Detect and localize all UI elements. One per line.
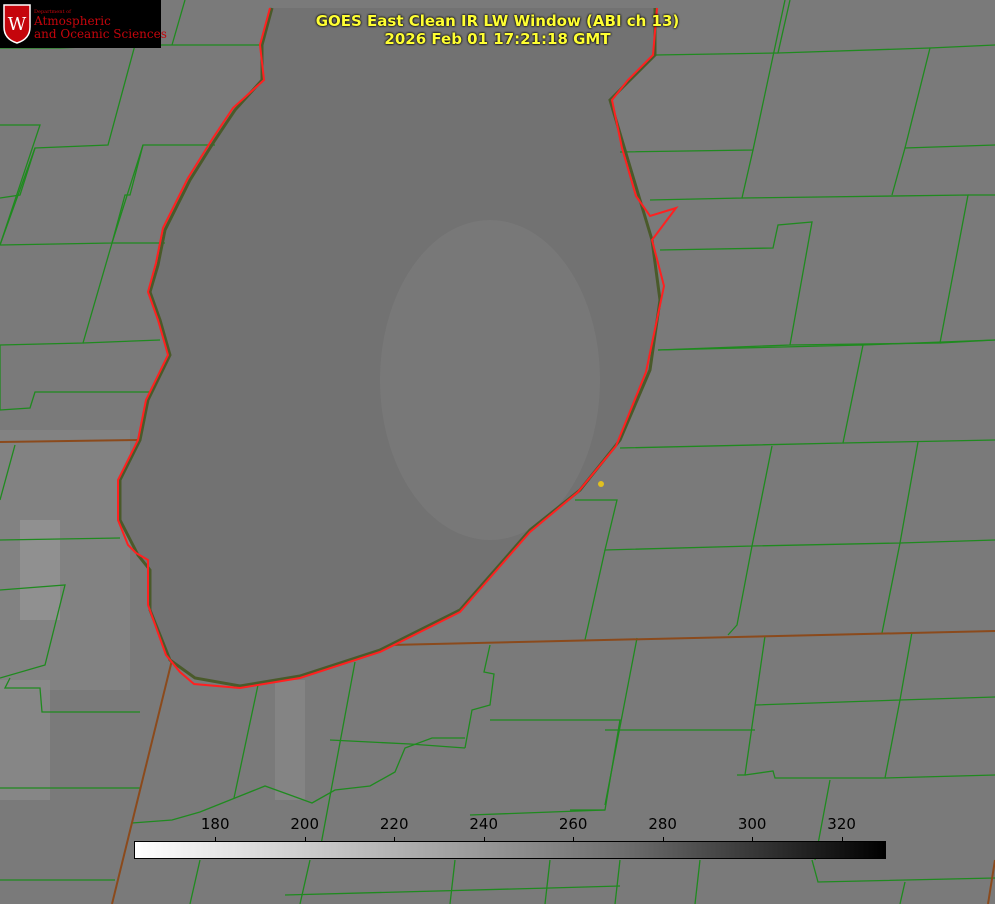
lake-brightness-center: [380, 220, 600, 540]
satellite-map-view: W Department of Atmospheric and Oceanic …: [0, 0, 995, 904]
colorbar-tick-label: 260: [558, 815, 588, 833]
map-timestamp: 2026 Feb 01 17:21:18 GMT: [384, 30, 611, 48]
location-marker: [598, 481, 604, 487]
colorbar-tick-mark: [662, 837, 664, 842]
colorbar-tick-mark: [841, 837, 843, 842]
colorbar-tick-label: 240: [469, 815, 498, 833]
colorbar-tick-mark: [304, 837, 306, 842]
colorbar-tick-label: 220: [379, 815, 409, 833]
colorbar-tick-mark: [752, 837, 754, 842]
bright-band-west: [0, 430, 130, 690]
colorbar-tick-mark: [483, 837, 485, 842]
map-title: GOES East Clean IR LW Window (ABI ch 13): [315, 12, 680, 30]
colorbar-tick-label: 300: [737, 815, 767, 833]
satellite-imagery-map: [0, 0, 995, 904]
colorbar-tick-mark: [215, 837, 217, 842]
bright-streak: [20, 520, 60, 620]
bright-streak-south: [275, 680, 305, 800]
colorbar-tick-mark: [573, 837, 575, 842]
colorbar-tick-label: 200: [290, 815, 320, 833]
colorbar-tick-mark: [394, 837, 396, 842]
colorbar-tick-label: 280: [648, 815, 677, 833]
bright-patch-sw: [0, 680, 50, 800]
colorbar-tick-label: 320: [827, 815, 856, 833]
colorbar-tick-label: 180: [200, 815, 230, 833]
brightness-temperature-colorbar: [134, 841, 886, 859]
